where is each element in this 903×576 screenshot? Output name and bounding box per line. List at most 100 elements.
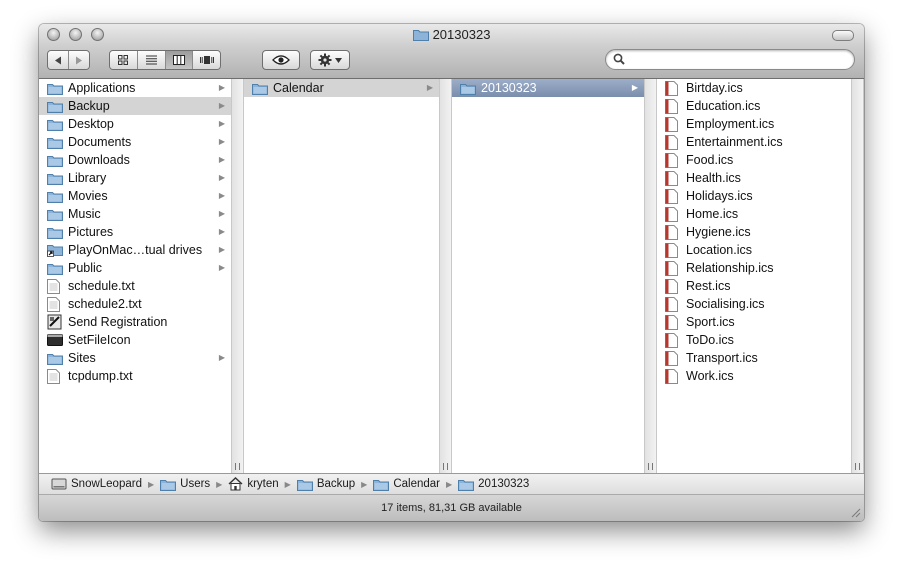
calendar-file-icon xyxy=(665,224,681,240)
list-item[interactable]: schedule.txt xyxy=(39,277,231,295)
disclosure-arrow-icon: ▶ xyxy=(426,83,433,92)
executable-icon xyxy=(47,333,63,347)
list-item[interactable]: Entertainment.ics xyxy=(657,133,851,151)
gear-icon xyxy=(318,53,332,67)
item-label: Movies xyxy=(68,189,108,203)
item-label: Sport.ics xyxy=(686,315,735,329)
list-item[interactable]: Movies ▶ xyxy=(39,187,231,205)
back-button[interactable] xyxy=(48,51,69,69)
list-item[interactable]: Music ▶ xyxy=(39,205,231,223)
column-divider[interactable] xyxy=(231,79,244,473)
item-label: Home.ics xyxy=(686,207,739,221)
item-label: Public xyxy=(68,261,103,275)
breadcrumb-item[interactable]: Backup xyxy=(296,478,355,491)
list-item[interactable]: Education.ics xyxy=(657,97,851,115)
list-view-button[interactable] xyxy=(137,51,166,69)
resize-grip-icon[interactable] xyxy=(849,506,861,518)
column-resize-grip[interactable] xyxy=(855,463,860,470)
column-view-button[interactable] xyxy=(165,51,194,69)
list-item[interactable]: Calendar ▶ xyxy=(244,79,439,97)
coverflow-view-button[interactable] xyxy=(193,51,220,69)
column-resize-grip[interactable] xyxy=(235,463,240,470)
column-home: Applications ▶ Backup ▶ Desktop ▶ Documents ▶ Do… xyxy=(39,79,231,473)
breadcrumb-item[interactable]: 20130323 xyxy=(458,478,529,491)
list-item[interactable]: Desktop ▶ xyxy=(39,115,231,133)
breadcrumb-label: Users xyxy=(180,478,211,490)
forward-arrow-icon xyxy=(76,56,82,64)
list-item[interactable]: Rest.ics xyxy=(657,277,851,295)
list-item[interactable]: Socialising.ics xyxy=(657,295,851,313)
list-item[interactable]: Downloads ▶ xyxy=(39,151,231,169)
list-item[interactable]: Pictures ▶ xyxy=(39,223,231,241)
list-item[interactable]: Sites ▶ xyxy=(39,349,231,367)
list-item[interactable]: Relationship.ics xyxy=(657,259,851,277)
list-item[interactable]: 20130323 ▶ xyxy=(452,79,644,97)
text-file-icon xyxy=(47,368,63,384)
status-text: 17 items, 81,31 GB available xyxy=(381,502,522,514)
icon-view-button[interactable] xyxy=(110,51,138,69)
calendar-file-icon xyxy=(665,260,681,276)
list-item[interactable]: Health.ics xyxy=(657,169,851,187)
item-label: Desktop xyxy=(68,117,114,131)
list-item[interactable]: Work.ics xyxy=(657,367,851,385)
column-divider[interactable] xyxy=(439,79,452,473)
column-divider[interactable] xyxy=(644,79,657,473)
disclosure-arrow-icon: ▶ xyxy=(218,119,225,128)
list-item[interactable]: schedule2.txt xyxy=(39,295,231,313)
list-item[interactable]: ToDo.ics xyxy=(657,331,851,349)
list-item[interactable]: PlayOnMac…tual drives ▶ xyxy=(39,241,231,259)
list-item[interactable]: Sport.ics xyxy=(657,313,851,331)
breadcrumb-item[interactable]: Users xyxy=(160,478,210,491)
list-item[interactable]: Holidays.ics xyxy=(657,187,851,205)
item-label: Entertainment.ics xyxy=(686,135,783,149)
column-browser: Applications ▶ Backup ▶ Desktop ▶ Documents ▶ Do… xyxy=(39,79,864,473)
list-item[interactable]: SetFileIcon xyxy=(39,331,231,349)
item-label: schedule.txt xyxy=(68,279,135,293)
path-separator-icon: ▶ xyxy=(216,479,223,489)
calendar-file-icon xyxy=(665,98,681,114)
column-20130323: Birtday.ics Education.ics Employment.ics En… xyxy=(657,79,851,473)
folder-icon xyxy=(47,225,63,239)
folder-icon xyxy=(373,478,390,491)
disclosure-arrow-icon: ▶ xyxy=(218,209,225,218)
disclosure-arrow-icon: ▶ xyxy=(218,353,225,362)
hard-disk-icon xyxy=(51,477,67,491)
item-label: PlayOnMac…tual drives xyxy=(68,243,203,257)
breadcrumb-item[interactable]: SnowLeopard xyxy=(51,477,142,491)
list-item[interactable]: Applications ▶ xyxy=(39,79,231,97)
list-item[interactable]: Documents ▶ xyxy=(39,133,231,151)
breadcrumb-label: kryten xyxy=(247,478,279,490)
column-resize-grip[interactable] xyxy=(648,463,653,470)
list-item[interactable]: Food.ics xyxy=(657,151,851,169)
list-item[interactable]: Send Registration xyxy=(39,313,231,331)
list-item[interactable]: Transport.ics xyxy=(657,349,851,367)
path-separator-icon: ▶ xyxy=(446,479,453,489)
list-item[interactable]: Public ▶ xyxy=(39,259,231,277)
search-icon xyxy=(613,53,625,65)
disclosure-arrow-icon: ▶ xyxy=(218,227,225,236)
list-item[interactable]: Hygiene.ics xyxy=(657,223,851,241)
list-item[interactable]: Home.ics xyxy=(657,205,851,223)
search-input[interactable] xyxy=(630,52,844,69)
list-item[interactable]: Location.ics xyxy=(657,241,851,259)
list-item[interactable]: Library ▶ xyxy=(39,169,231,187)
column-divider[interactable] xyxy=(851,79,864,473)
action-menu-button[interactable] xyxy=(310,50,350,70)
search-field[interactable] xyxy=(605,49,855,70)
quick-look-button[interactable] xyxy=(262,50,300,70)
breadcrumb-item[interactable]: kryten xyxy=(228,477,279,491)
item-label: Work.ics xyxy=(686,369,734,383)
breadcrumb-item[interactable]: Calendar xyxy=(373,478,440,491)
list-item[interactable]: Backup ▶ xyxy=(39,97,231,115)
column-view-icon xyxy=(172,55,185,65)
column-resize-grip[interactable] xyxy=(443,463,448,470)
forward-button[interactable] xyxy=(69,51,89,69)
list-item[interactable]: tcpdump.txt xyxy=(39,367,231,385)
folder-icon xyxy=(252,81,268,95)
breadcrumb-label: 20130323 xyxy=(478,478,530,490)
item-label: Documents xyxy=(68,135,132,149)
calendar-file-icon xyxy=(665,152,681,168)
folder-icon xyxy=(47,189,63,203)
list-item[interactable]: Birtday.ics xyxy=(657,79,851,97)
list-item[interactable]: Employment.ics xyxy=(657,115,851,133)
